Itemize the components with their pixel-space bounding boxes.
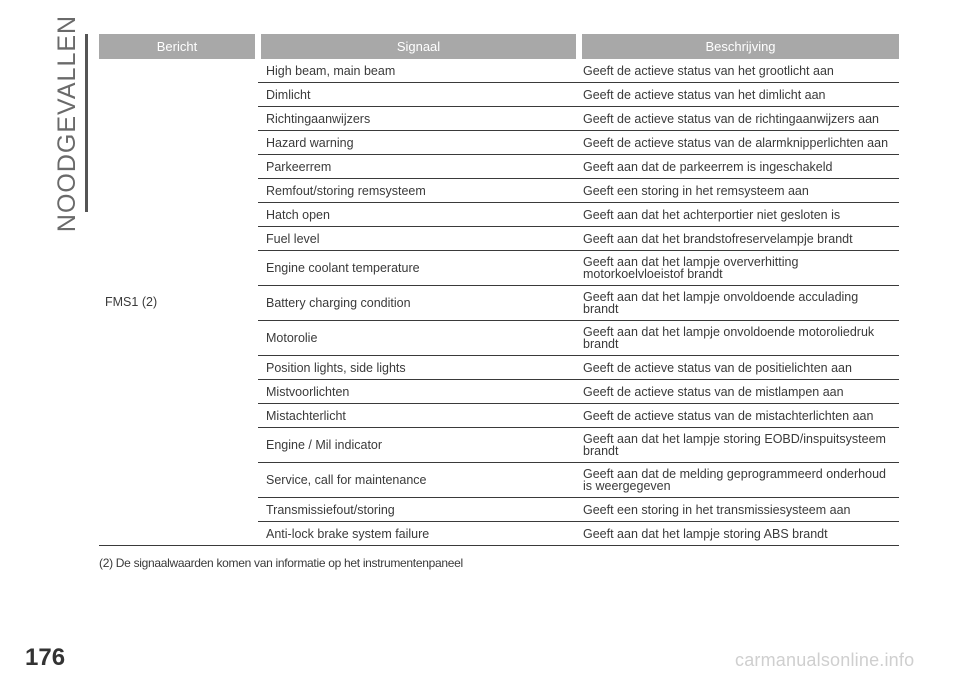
signal-cell: Transmissiefout/storing bbox=[258, 497, 579, 522]
watermark: carmanualsonline.info bbox=[735, 650, 915, 670]
signal-cell: Hatch open bbox=[258, 202, 579, 227]
description-cell: Geeft de actieve status van de positieli… bbox=[579, 355, 899, 380]
signal-cell: Dimlicht bbox=[258, 82, 579, 107]
message-cell: FMS1 (2) bbox=[99, 59, 258, 546]
signal-cell: Engine coolant temperature bbox=[258, 250, 579, 286]
signal-cell: Position lights, side lights bbox=[258, 355, 579, 380]
table-row: FMS1 (2) High beam, main beam Geeft de a… bbox=[99, 59, 899, 546]
header-signal: Signaal bbox=[255, 34, 579, 59]
description-cell: Geeft de actieve status van de alarmknip… bbox=[579, 130, 899, 155]
signal-cell: Anti-lock brake system failure bbox=[258, 521, 579, 546]
description-cell: Geeft aan dat het lampje storing EOBD/in… bbox=[579, 427, 899, 463]
footnote: (2) De signaalwaarden komen van informat… bbox=[99, 556, 463, 570]
page-number: 176 bbox=[25, 644, 66, 671]
description-cell: Geeft aan dat het brandstofreservelampje… bbox=[579, 226, 899, 251]
description-cell: Geeft aan dat de parkeerrem is ingeschak… bbox=[579, 154, 899, 179]
signal-cell: Fuel level bbox=[258, 226, 579, 251]
description-cell: Geeft een storing in het remsysteem aan bbox=[579, 178, 899, 203]
description-cell: Geeft aan dat het lampje onvoldoende mot… bbox=[579, 320, 899, 356]
signal-cell: Service, call for maintenance bbox=[258, 462, 579, 498]
section-title: NOODGEVALLEN bbox=[53, 14, 82, 232]
message-footnote-ref: (2) bbox=[141, 295, 158, 309]
description-cell: Geeft aan dat het lampje onvoldoende acc… bbox=[579, 285, 899, 321]
signal-cell: Remfout/storing remsysteem bbox=[258, 178, 579, 203]
signal-cell: Engine / Mil indicator bbox=[258, 427, 579, 463]
description-cell: Geeft de actieve status van de mistachte… bbox=[579, 403, 899, 428]
description-cell: Geeft de actieve status van de mistlampe… bbox=[579, 379, 899, 404]
signal-cell: Mistvoorlichten bbox=[258, 379, 579, 404]
header-message: Bericht bbox=[99, 34, 258, 59]
description-cell: Geeft de actieve status van de richtinga… bbox=[579, 106, 899, 131]
description-cell: Geeft de actieve status van het grootlic… bbox=[579, 59, 899, 83]
description-cell: Geeft aan dat het lampje oververhitting … bbox=[579, 250, 899, 286]
description-cell: Geeft een storing in het transmissiesyst… bbox=[579, 497, 899, 522]
description-cell: Geeft aan dat het achterportier niet ges… bbox=[579, 202, 899, 227]
section-rule bbox=[85, 34, 88, 212]
signal-cell: Hazard warning bbox=[258, 130, 579, 155]
section-title-vertical: NOODGEVALLEN bbox=[48, 14, 88, 231]
signal-cell: High beam, main beam bbox=[258, 59, 579, 83]
signal-cell: Richtingaanwijzers bbox=[258, 106, 579, 131]
header-description: Beschrijving bbox=[576, 34, 899, 59]
signal-cell: Battery charging condition bbox=[258, 285, 579, 321]
description-cell: Geeft aan dat de melding geprogrammeerd … bbox=[579, 462, 899, 498]
description-cell: Geeft de actieve status van het dimlicht… bbox=[579, 82, 899, 107]
description-cell: Geeft aan dat het lampje storing ABS bra… bbox=[579, 521, 899, 546]
signal-cell: Mistachterlicht bbox=[258, 403, 579, 428]
table-header-row: Bericht Signaal Beschrijving bbox=[99, 34, 899, 59]
signal-cell: Parkeerrem bbox=[258, 154, 579, 179]
signal-table: Bericht Signaal Beschrijving FMS1 (2) Hi… bbox=[99, 34, 899, 546]
signal-cell: Motorolie bbox=[258, 320, 579, 356]
message-name: FMS1 bbox=[105, 295, 139, 309]
